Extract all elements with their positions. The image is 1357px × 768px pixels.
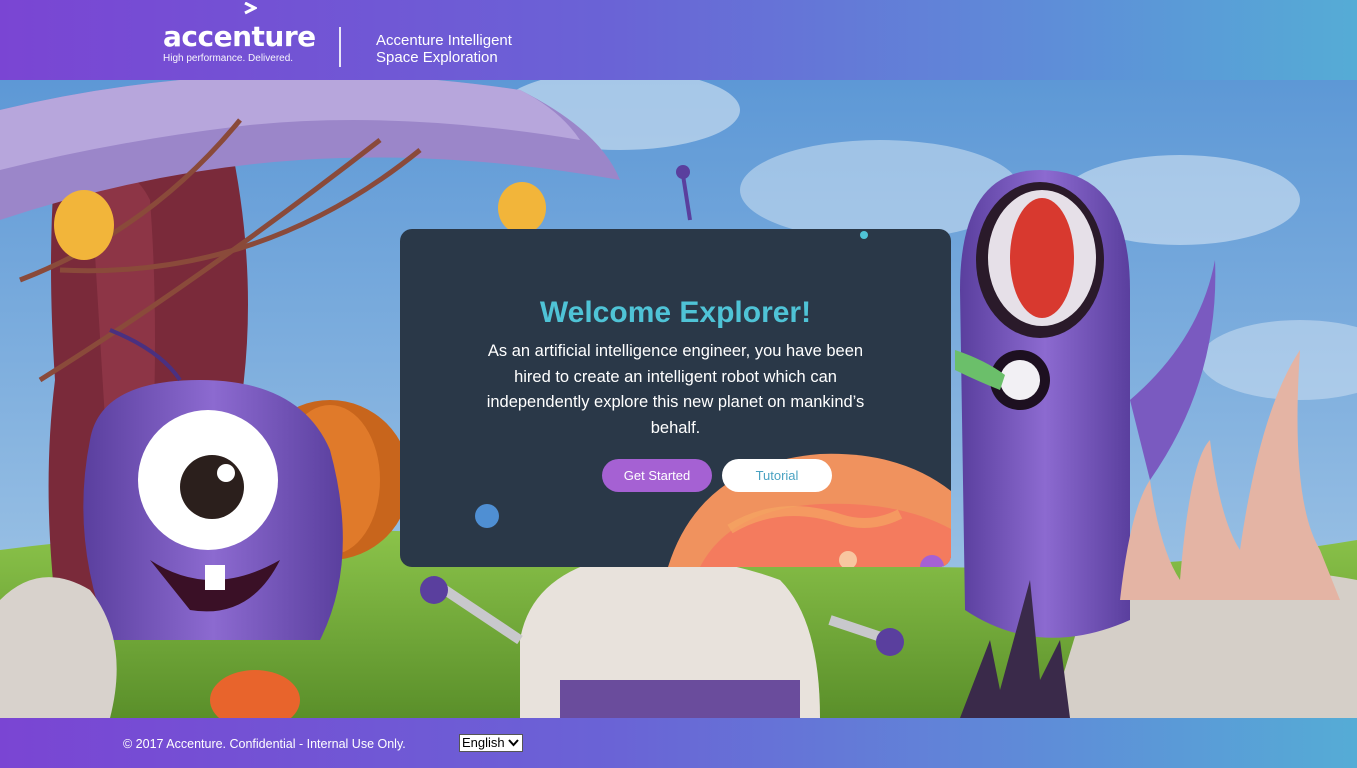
accenture-chevron-icon xyxy=(244,2,257,15)
app-title: Accenture Intelligent Space Exploration xyxy=(376,32,512,66)
copyright-text: © 2017 Accenture. Confidential - Interna… xyxy=(123,737,406,751)
header-divider xyxy=(339,27,341,67)
tutorial-button[interactable]: Tutorial xyxy=(722,459,832,492)
language-selected-value: English xyxy=(462,735,505,750)
welcome-description: As an artificial intelligence engineer, … xyxy=(486,342,865,437)
logo-wordmark: accenture xyxy=(163,20,316,53)
app-title-line-1: Accenture Intelligent xyxy=(376,32,512,49)
chevron-down-icon xyxy=(508,739,519,747)
header-bar: accenture High performance. Delivered. A… xyxy=(0,0,1357,80)
language-select[interactable]: English xyxy=(459,734,523,752)
logo-tagline: High performance. Delivered. xyxy=(163,53,294,64)
welcome-dialog: Welcome Explorer! As an artificial intel… xyxy=(400,229,951,567)
welcome-title: Welcome Explorer! xyxy=(539,296,812,329)
get-started-button[interactable]: Get Started xyxy=(602,459,712,492)
accenture-logo[interactable]: accenture High performance. Delivered. xyxy=(163,2,316,65)
page: accenture High performance. Delivered. A… xyxy=(0,0,1357,768)
app-title-line-2: Space Exploration xyxy=(376,49,498,66)
footer-bar: © 2017 Accenture. Confidential - Interna… xyxy=(0,718,1357,768)
